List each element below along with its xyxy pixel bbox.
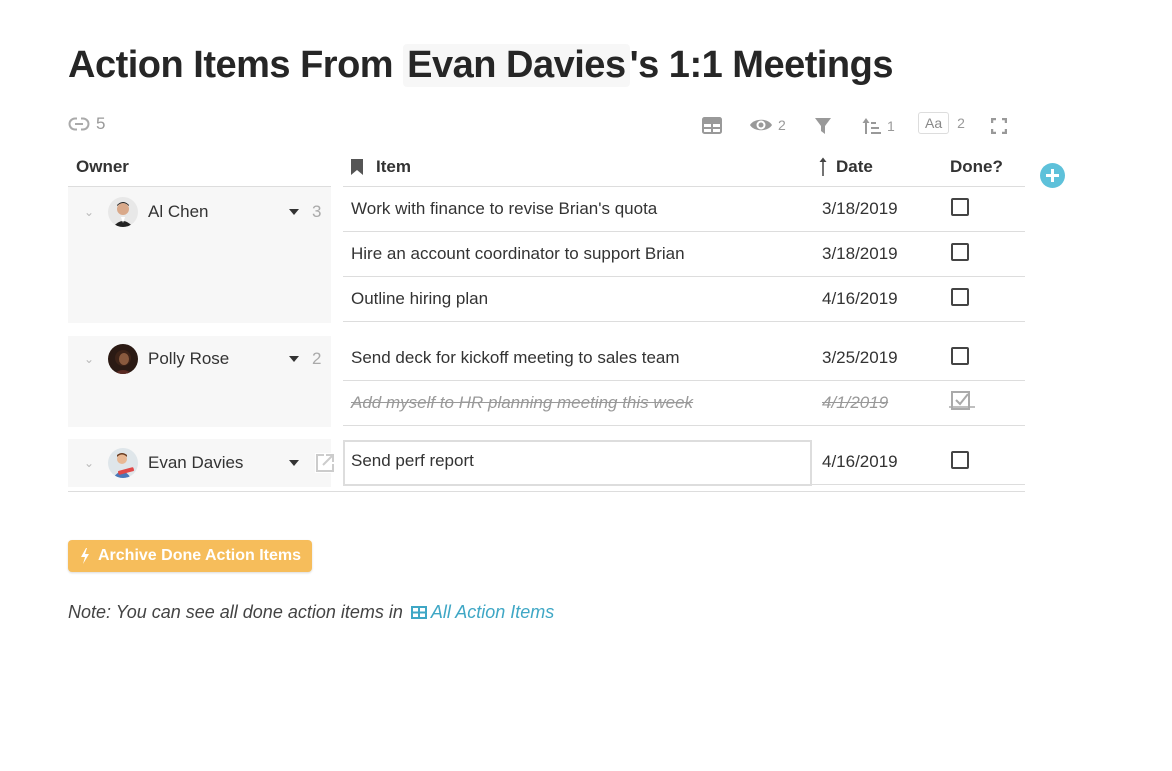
item-text[interactable]: Hire an account coordinator to support B… (351, 244, 685, 264)
collapse-chevron-icon[interactable]: ⌄ (84, 205, 94, 219)
item-text[interactable]: Add myself to HR planning meeting this w… (351, 393, 693, 413)
item-date[interactable]: 3/25/2019 (822, 348, 898, 368)
avatar (108, 344, 138, 374)
archive-done-button[interactable]: Archive Done Action Items (68, 540, 313, 572)
sort-button[interactable]: 1 (862, 117, 895, 135)
backlinks[interactable]: 5 (68, 114, 105, 134)
backlinks-count: 5 (96, 114, 106, 133)
open-external-icon[interactable] (315, 453, 335, 473)
sort-icon (862, 118, 881, 134)
text-format-count: 2 (957, 115, 965, 131)
table-icon (702, 117, 722, 134)
owner-group-evan-davies: ⌄ Evan Davies (68, 439, 335, 487)
column-header-date-label: Date (836, 157, 873, 176)
item-text[interactable]: Send deck for kickoff meeting to sales t… (351, 348, 680, 368)
note: Note: You can see all done action items … (68, 602, 554, 623)
item-text[interactable]: Outline hiring plan (351, 289, 488, 309)
table-bottom-divider (68, 491, 1025, 492)
column-header-done[interactable]: Done? (950, 157, 1003, 177)
avatar (108, 448, 138, 478)
table-row[interactable]: Send perf report 4/16/2019 (343, 440, 1025, 486)
item-text[interactable]: Work with finance to revise Brian's quot… (351, 199, 657, 219)
owner-group-al-chen: ⌄ Al Chen 3 (68, 187, 331, 323)
visible-count: 2 (778, 117, 786, 133)
owner-dropdown-icon[interactable] (289, 356, 299, 362)
item-date[interactable]: 4/1/2019 (822, 393, 888, 413)
filter-button[interactable] (814, 117, 832, 135)
table-row[interactable]: Send deck for kickoff meeting to sales t… (343, 336, 1025, 381)
owner-dropdown-icon[interactable] (289, 460, 299, 466)
title-suffix: 's 1:1 Meetings (629, 44, 894, 86)
sort-ascending-icon (819, 157, 827, 176)
all-action-items-label: All Action Items (430, 602, 555, 622)
owner-name: Al Chen (148, 202, 209, 221)
owner-name: Evan Davies (148, 453, 244, 472)
fullscreen-icon (991, 118, 1007, 134)
owner-name: Polly Rose (148, 349, 230, 368)
done-checkbox[interactable] (951, 347, 969, 365)
item-date[interactable]: 3/18/2019 (822, 199, 898, 219)
column-header-owner[interactable]: Owner (76, 157, 129, 177)
title-prefix: Action Items From (68, 44, 404, 86)
lightning-icon (81, 548, 89, 564)
column-header-date[interactable]: Date (818, 157, 873, 177)
column-header-item-label: Item (376, 157, 411, 176)
owner-dropdown-icon[interactable] (289, 209, 299, 215)
column-header-item[interactable]: Item (350, 157, 411, 177)
done-checkbox[interactable] (951, 451, 969, 469)
bookmark-icon (351, 159, 363, 175)
note-text: Note: You can see all done action items … (68, 602, 403, 622)
filter-icon (815, 118, 831, 134)
table-icon (410, 606, 427, 619)
page-title: Action Items From Evan Davies's 1:1 Meet… (68, 44, 893, 87)
table-row[interactable]: Add myself to HR planning meeting this w… (343, 381, 1025, 426)
done-checkbox[interactable] (951, 243, 969, 261)
done-checkbox[interactable] (951, 288, 969, 306)
visibility-button[interactable]: 2 (749, 117, 786, 133)
table-row[interactable]: Hire an account coordinator to support B… (343, 232, 1025, 277)
text-format-button[interactable]: Aa 2 (918, 112, 965, 134)
archive-done-label: Archive Done Action Items (98, 547, 302, 564)
owner-group-polly-rose: ⌄ Polly Rose 2 (68, 336, 331, 427)
item-date[interactable]: 4/16/2019 (822, 289, 898, 309)
item-text[interactable]: Send perf report (351, 451, 474, 471)
owner-item-count: 3 (312, 202, 322, 221)
owner-item-count: 2 (312, 349, 322, 368)
table-row[interactable]: Work with finance to revise Brian's quot… (343, 187, 1025, 232)
item-date[interactable]: 4/16/2019 (822, 452, 898, 472)
collapse-chevron-icon[interactable]: ⌄ (84, 352, 94, 366)
avatar (108, 197, 138, 227)
item-date[interactable]: 3/18/2019 (822, 244, 898, 264)
link-icon (68, 117, 90, 131)
fullscreen-button[interactable] (991, 118, 1007, 134)
add-column-button[interactable] (1040, 163, 1065, 188)
all-action-items-link[interactable]: All Action Items (410, 602, 555, 623)
done-checkbox[interactable] (951, 198, 969, 216)
owner-reference[interactable]: Evan Davies (403, 44, 630, 87)
done-checkbox-checked[interactable] (949, 391, 975, 413)
text-format-label: Aa (918, 112, 950, 134)
view-button[interactable] (702, 117, 722, 134)
table-row[interactable]: Outline hiring plan 4/16/2019 (343, 277, 1025, 322)
collapse-chevron-icon[interactable]: ⌄ (84, 456, 94, 470)
eye-icon (750, 119, 772, 131)
sort-count: 1 (887, 118, 895, 134)
table-toolbar: 2 1 Aa 2 (700, 112, 1020, 140)
